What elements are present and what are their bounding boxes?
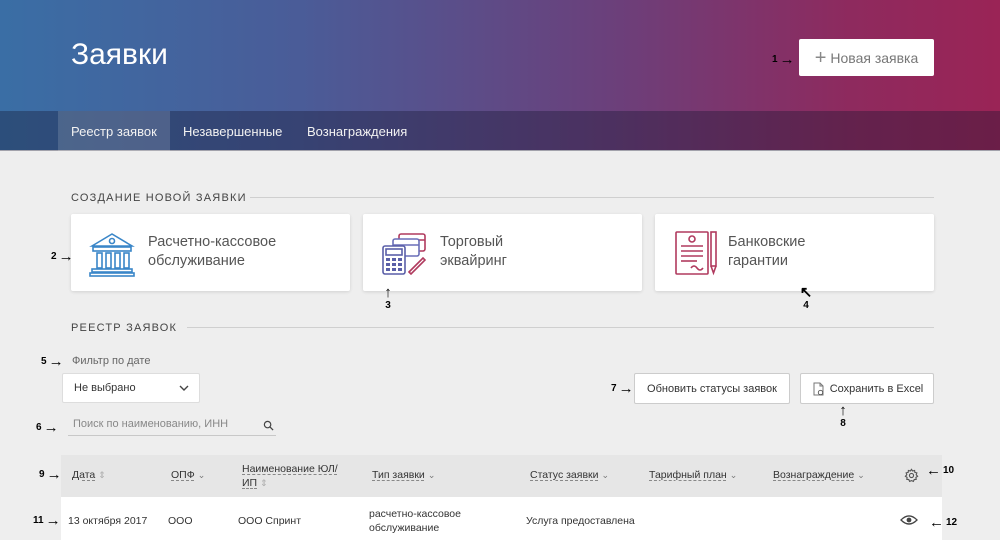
column-date[interactable]: Дата ⇕ [72,469,106,481]
registry-section-title: РЕЕСТР ЗАЯВОК [71,322,178,334]
section-divider [187,327,934,328]
chevron-down-icon: ⌄ [857,470,865,480]
sort-icon: ⇕ [98,470,106,480]
table-header: Дата ⇕ ОПФ ⌄ Наименование ЮЛ/ ИП ⇕ Тип заяв… [61,455,942,497]
search-icon[interactable] [263,420,274,431]
page-header: Заявки + Новая заявка Реестр заявок Неза… [0,0,1000,151]
card-cash-service-label: Расчетно-кассовое обслуживание [148,234,277,269]
tab-rewards[interactable]: Вознаграждения [294,111,420,151]
plus-icon: + [814,46,827,69]
refresh-statuses-button[interactable]: Обновить статусы заявок [634,373,790,404]
column-reward[interactable]: Вознаграждение ⌄ [773,469,865,481]
search-placeholder: Поиск по наименованию, ИНН [73,418,229,430]
chevron-down-icon: ⌄ [197,470,206,480]
bank-icon [89,233,135,277]
chevron-down-icon: ⌄ [729,470,738,480]
annotation-11: 11 → [33,512,61,529]
card-cash-service[interactable]: Расчетно-кассовое обслуживание [71,214,350,291]
column-plan[interactable]: Тарифный план ⌄ [649,469,737,481]
chevron-down-icon: ⌄ [427,470,436,480]
column-name[interactable]: Наименование ЮЛ/ ИП ⇕ [242,462,338,490]
guarantee-document-icon [675,231,717,276]
section-divider [250,197,934,198]
column-opf[interactable]: ОПФ ⌄ [171,469,205,481]
new-request-button[interactable]: + Новая заявка [799,39,934,76]
annotation-8: ↑ 8 [839,402,847,429]
annotation-10: ← 10 [926,462,955,479]
tab-registry[interactable]: Реестр заявок [58,111,170,151]
date-filter-value: Не выбрано [74,382,136,394]
save-excel-button[interactable]: Сохранить в Excel [800,373,934,404]
new-request-label: Новая заявка [830,49,919,66]
chevron-down-icon: ⌄ [601,470,610,480]
cell-opf: ООО [168,515,193,527]
excel-file-icon [813,382,824,395]
annotation-2: 2 → [51,248,74,265]
tab-unfinished[interactable]: Незавершенные [170,111,295,151]
search-input[interactable]: Поиск по наименованию, ИНН [68,418,276,436]
gear-icon[interactable] [904,468,919,483]
pos-terminal-icon [382,233,427,276]
cell-type: расчетно-кассовое обслуживание [369,508,461,534]
tab-bar: Реестр заявок Незавершенные Вознагражден… [0,111,1000,151]
date-filter-select[interactable]: Не выбрано [62,373,200,403]
card-acquiring-label: Торговый эквайринг [440,234,507,269]
card-acquiring[interactable]: Торговый эквайринг [363,214,642,291]
cell-name: ООО Спринт [238,515,301,527]
card-bank-guarantees-label: Банковские гарантии [728,234,806,269]
annotation-1: 1 → [772,51,795,68]
annotation-3: ↑ 3 [384,284,392,311]
sort-icon: ⇕ [260,478,268,488]
annotation-12: ← 12 [929,514,958,531]
cell-status: Услуга предоставлена [526,515,635,527]
date-filter-label: Фильтр по дате [72,355,151,367]
annotation-9: 9 → [39,466,62,483]
annotation-4: ↖ 4 [799,284,813,311]
annotation-5: 5 → [41,353,64,370]
card-bank-guarantees[interactable]: Банковские гарантии [655,214,934,291]
chevron-down-icon [179,385,189,391]
table-row[interactable]: 13 октября 2017 ООО ООО Спринт расчетно-… [61,497,942,540]
cell-date: 13 октября 2017 [68,515,148,527]
eye-icon[interactable] [900,514,918,526]
annotation-6: 6 → [36,419,59,436]
column-status[interactable]: Статус заявки ⌄ [530,469,609,481]
page-title: Заявки [71,38,168,71]
create-section-title: СОЗДАНИЕ НОВОЙ ЗАЯВКИ [71,192,247,204]
column-type[interactable]: Тип заявки ⌄ [372,469,435,481]
annotation-7: 7 → [611,380,634,397]
